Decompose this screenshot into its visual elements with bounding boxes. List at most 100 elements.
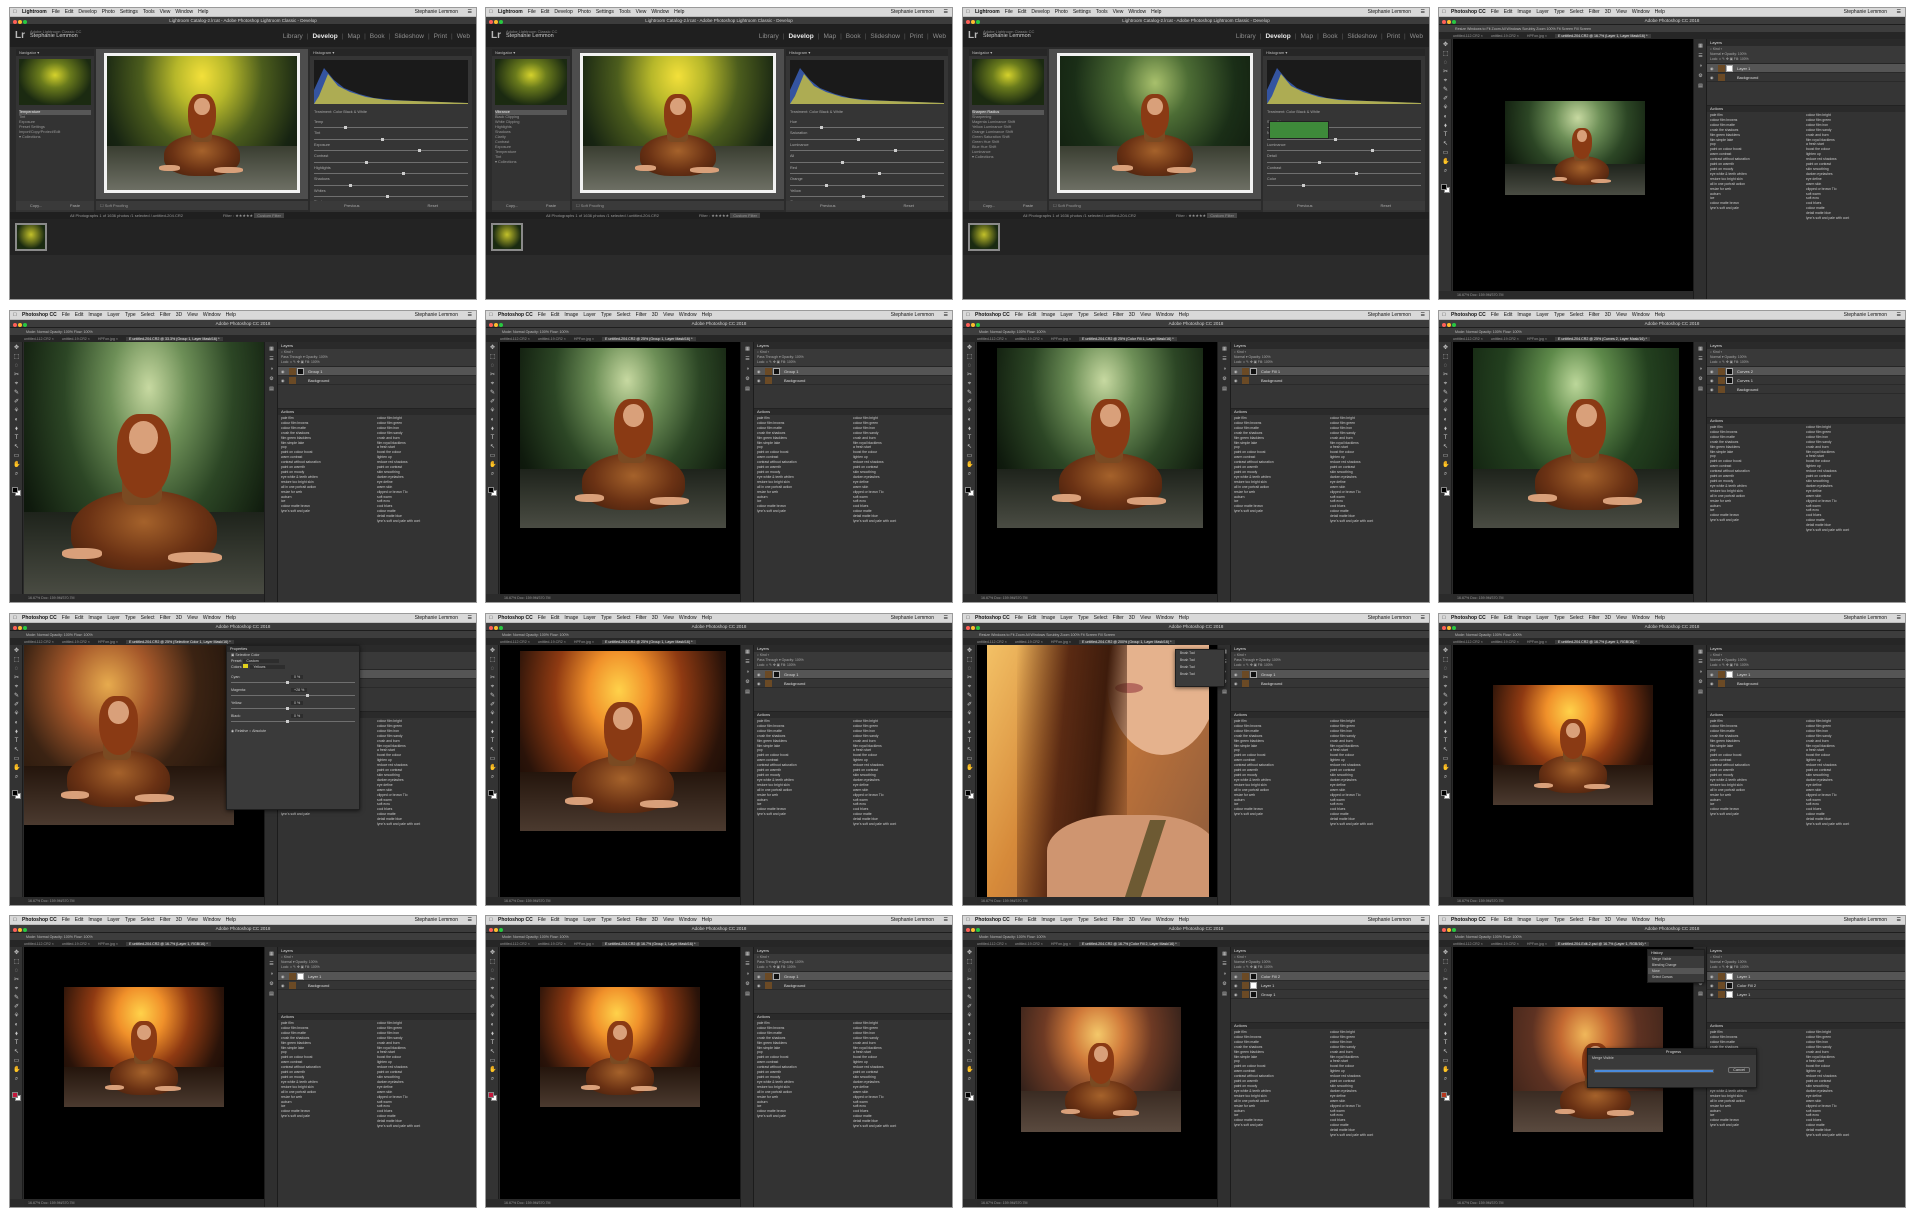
minimize-window-button[interactable] bbox=[494, 20, 498, 24]
document-tab[interactable]: HPFon.jpg × bbox=[574, 640, 594, 644]
menu-type[interactable]: Type bbox=[125, 311, 136, 319]
zoom-window-button[interactable] bbox=[499, 928, 503, 932]
history-panel-icon[interactable]: ▦ bbox=[744, 649, 751, 656]
kind-filter[interactable]: ⌕ Kind ▾ bbox=[757, 955, 769, 959]
brush-settings-icon[interactable]: ⚙ bbox=[1697, 679, 1704, 686]
paste-button[interactable]: Paste bbox=[1023, 201, 1033, 210]
adjustments-panel-icon[interactable]: ◑ bbox=[744, 971, 751, 978]
slider-thumb[interactable] bbox=[1318, 160, 1321, 164]
document-tab[interactable]: untitled-112.CR2 × bbox=[500, 640, 530, 644]
zoom-window-button[interactable] bbox=[23, 20, 27, 24]
action-item[interactable]: lynn's soft and pale with cont bbox=[1806, 528, 1902, 533]
filmstrip-thumbnail[interactable] bbox=[15, 223, 47, 251]
layers-panel-header[interactable]: Layers bbox=[754, 342, 952, 349]
layer-row[interactable]: ◉ Background bbox=[278, 376, 476, 385]
apple-icon[interactable]:  bbox=[13, 916, 17, 924]
slider-thumb[interactable] bbox=[857, 137, 860, 141]
menu-select[interactable]: Select bbox=[1570, 8, 1584, 16]
eyedropper-tool-icon[interactable]: ⌖ bbox=[966, 684, 973, 691]
shape-tool-icon[interactable]: ▭ bbox=[1442, 150, 1449, 157]
brush-settings-icon[interactable]: ⚙ bbox=[1221, 376, 1228, 383]
brush-tool-icon[interactable]: ✐ bbox=[1442, 96, 1449, 103]
minimize-window-button[interactable] bbox=[18, 928, 22, 932]
document-tab[interactable]: untitled-112.CR2 × bbox=[1453, 640, 1483, 644]
close-window-button[interactable] bbox=[13, 20, 17, 24]
type-tool-icon[interactable]: T bbox=[13, 435, 20, 442]
move-tool-icon[interactable]: ✥ bbox=[966, 345, 973, 352]
lasso-tool-icon[interactable]: ◌ bbox=[1442, 666, 1449, 673]
dodge-tool-icon[interactable]: ◐ bbox=[966, 417, 973, 424]
menu-select[interactable]: Select bbox=[1094, 916, 1108, 924]
zoom-window-button[interactable] bbox=[1452, 20, 1456, 24]
adjustments-panel-icon[interactable]: ◑ bbox=[744, 366, 751, 373]
marquee-tool-icon[interactable]: ⬚ bbox=[489, 959, 496, 966]
document-tab[interactable]: untitled-19.CR2 × bbox=[538, 337, 566, 341]
layer-row[interactable]: ◉ Layer 1 bbox=[1707, 64, 1905, 73]
properties-panel-icon[interactable]: ☰ bbox=[1697, 356, 1704, 363]
marquee-tool-icon[interactable]: ⬚ bbox=[13, 657, 20, 664]
apple-icon[interactable]:  bbox=[13, 311, 17, 319]
document-tab[interactable]: untitled-112.CR2 × bbox=[500, 942, 530, 946]
marquee-tool-icon[interactable]: ⬚ bbox=[1442, 657, 1449, 664]
menu-edit[interactable]: Edit bbox=[75, 916, 84, 924]
zoom-tool-icon[interactable]: ⌕ bbox=[489, 1076, 496, 1083]
hand-tool-icon[interactable]: ✋ bbox=[1442, 462, 1449, 469]
eyedropper-tool-icon[interactable]: ⌖ bbox=[966, 381, 973, 388]
menu-view[interactable]: View bbox=[663, 311, 674, 319]
foreground-color-swatch[interactable] bbox=[12, 1092, 18, 1098]
apple-icon[interactable]:  bbox=[966, 916, 970, 924]
control-center-icon[interactable]: ☰ bbox=[1421, 916, 1425, 924]
menu-filter[interactable]: Filter bbox=[1113, 916, 1124, 924]
zoom-window-button[interactable] bbox=[1452, 928, 1456, 932]
lasso-tool-icon[interactable]: ◌ bbox=[966, 666, 973, 673]
document-tab[interactable]: untitled-19.CR2 × bbox=[62, 640, 90, 644]
lasso-tool-icon[interactable]: ◌ bbox=[1442, 363, 1449, 370]
action-item[interactable]: lynn's soft and pale bbox=[1710, 812, 1806, 817]
action-item[interactable]: lynn's soft and pale with cont bbox=[377, 1124, 473, 1129]
properties-panel-icon[interactable]: ☰ bbox=[744, 961, 751, 968]
document-canvas[interactable] bbox=[977, 947, 1217, 1199]
menu-3d[interactable]: 3D bbox=[652, 311, 658, 319]
apple-icon[interactable]:  bbox=[489, 916, 493, 924]
menu-image[interactable]: Image bbox=[1517, 614, 1531, 622]
document-canvas[interactable] bbox=[1453, 645, 1693, 897]
options-text[interactable]: Mode: Normal Opacity: 100% Flow: 100% bbox=[26, 330, 93, 334]
menu-layer[interactable]: Layer bbox=[1060, 311, 1073, 319]
module-map[interactable]: Map bbox=[347, 33, 360, 40]
marquee-tool-icon[interactable]: ⬚ bbox=[13, 959, 20, 966]
document-tab[interactable]: untitled-19.CR2 × bbox=[1491, 942, 1519, 946]
control-center-icon[interactable]: ☰ bbox=[1897, 916, 1901, 924]
module-slideshow[interactable]: Slideshow bbox=[394, 33, 424, 40]
marquee-tool-icon[interactable]: ⬚ bbox=[1442, 51, 1449, 58]
menu-filter[interactable]: Filter bbox=[1589, 311, 1600, 319]
menu-edit[interactable]: Edit bbox=[1018, 8, 1027, 16]
menu-lightroom[interactable]: Lightroom bbox=[22, 8, 47, 16]
path-select-icon[interactable]: ↖ bbox=[966, 1049, 973, 1056]
channels-panel-icon[interactable]: ▤ bbox=[1221, 689, 1228, 696]
absolute-radio[interactable]: ○ Absolute bbox=[249, 729, 266, 733]
menu-edit[interactable]: Edit bbox=[75, 614, 84, 622]
navigator-header[interactable]: Navigator ▾ bbox=[492, 49, 570, 56]
document-tab[interactable]: untitled-19.CR2 × bbox=[538, 942, 566, 946]
menu-window[interactable]: Window bbox=[175, 8, 193, 16]
document-tab[interactable]: HPFon.jpg × bbox=[1051, 942, 1071, 946]
menu-layer[interactable]: Layer bbox=[583, 916, 596, 924]
opacity-field[interactable]: Opacity: 100% bbox=[1259, 658, 1281, 662]
fill-field[interactable]: Fill: 100% bbox=[305, 965, 320, 969]
type-tool-icon[interactable]: T bbox=[966, 435, 973, 442]
menu-window[interactable]: Window bbox=[1632, 916, 1650, 924]
crop-tool-icon[interactable]: ✂ bbox=[1442, 69, 1449, 76]
action-item[interactable]: lynn's soft and pale with cont bbox=[853, 822, 949, 827]
clone-stamp-icon[interactable]: ⚘ bbox=[1442, 1013, 1449, 1020]
dodge-tool-icon[interactable]: ◐ bbox=[966, 720, 973, 727]
menu-3d[interactable]: 3D bbox=[1605, 614, 1611, 622]
path-select-icon[interactable]: ↖ bbox=[1442, 444, 1449, 451]
control-center-icon[interactable]: ☰ bbox=[1421, 8, 1425, 16]
navigator-preview[interactable] bbox=[495, 59, 567, 105]
crop-tool-icon[interactable]: ✂ bbox=[966, 977, 973, 984]
layer-row[interactable]: ◉ Layer 1 bbox=[1707, 990, 1905, 999]
zoom-window-button[interactable] bbox=[1452, 626, 1456, 630]
eyedropper-tool-icon[interactable]: ⌖ bbox=[1442, 684, 1449, 691]
document-tab[interactable]: HPFon.jpg × bbox=[1527, 34, 1547, 38]
menu-photoshop-cc[interactable]: Photoshop CC bbox=[22, 614, 57, 622]
